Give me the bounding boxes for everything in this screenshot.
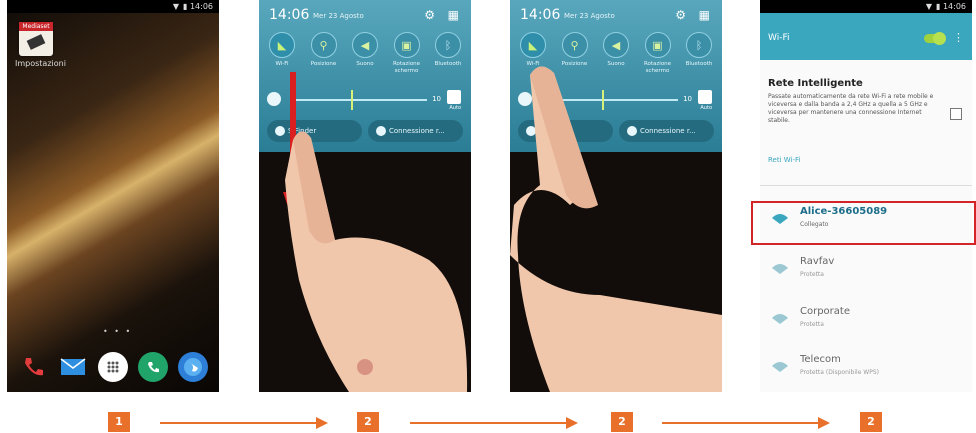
smart-network-description: Passate automaticamente da rete Wi-Fi a … xyxy=(768,93,934,124)
wifi-signal-icon xyxy=(772,362,788,372)
toggle-label: Suono xyxy=(356,61,374,67)
network-item[interactable]: Ravfav Protetta xyxy=(760,248,972,296)
phone-icon xyxy=(350,352,380,382)
connected-network-highlight xyxy=(751,201,976,245)
gear-icon[interactable]: ⚙ xyxy=(675,8,686,22)
apps-icon[interactable] xyxy=(98,352,128,382)
clock: 14:06 xyxy=(520,7,561,23)
network-status: Protetta xyxy=(800,271,824,278)
step-badge: 2 xyxy=(357,412,379,432)
wifi-signal-icon xyxy=(772,264,788,274)
date: Mer 23 Agosto xyxy=(564,12,615,20)
network-name: Telecom xyxy=(800,354,841,365)
dock xyxy=(7,342,219,392)
toggle-bluetooth[interactable]: ᛒ Bluetooth xyxy=(429,32,467,75)
step-arrow-line xyxy=(160,422,318,424)
step-badge: 1 xyxy=(108,412,130,432)
networks-section-header: Reti Wi-Fi xyxy=(768,156,801,164)
toggle-rotation[interactable]: ▣ Rotazione schermo xyxy=(388,32,426,75)
overflow-menu-icon[interactable]: ⋮ xyxy=(953,31,964,44)
brightness-knob[interactable] xyxy=(351,90,353,110)
brightness-icon xyxy=(267,92,281,106)
step-arrow-line xyxy=(410,422,568,424)
sound-icon: ◀ xyxy=(352,32,378,58)
gear-icon[interactable]: ⚙ xyxy=(424,8,435,22)
phone-icon[interactable] xyxy=(18,352,48,382)
home-screen-panel: ▼ ▮ 14:06 Mediaset Impostazioni • • • xyxy=(7,0,219,392)
whatsapp-icon[interactable] xyxy=(138,352,168,382)
page-title: Wi-Fi xyxy=(768,33,790,43)
status-bar: ▼ ▮ 14:06 xyxy=(760,0,972,13)
toggle-label: Posizione xyxy=(310,61,337,67)
mail-icon[interactable] xyxy=(58,352,88,382)
network-name: Corporate xyxy=(800,306,850,317)
wifi-toggle[interactable] xyxy=(924,32,946,45)
wifi-signal-icon xyxy=(772,314,788,324)
network-status: Protetta xyxy=(800,321,824,328)
smart-network-checkbox[interactable] xyxy=(950,108,962,120)
location-icon: ⚲ xyxy=(310,32,337,58)
arrow-head-icon xyxy=(316,417,328,429)
divider xyxy=(760,185,972,186)
wifi-header: Wi-Fi ⋮ xyxy=(760,13,972,60)
browser-icon[interactable] xyxy=(178,352,208,382)
screen-rotation-icon: ▣ xyxy=(393,32,420,58)
app-label: Impostazioni xyxy=(15,59,66,68)
arrow-head-icon xyxy=(566,417,578,429)
app-icon[interactable]: Mediaset xyxy=(19,22,53,56)
toggle-wifi[interactable]: ◣ Wi-Fi xyxy=(263,32,301,75)
notification-pulldown-panel: 14:06 Mer 23 Agosto ⚙ ▦ ◣ Wi-Fi ⚲ Posizion… xyxy=(259,0,471,392)
toggle-label: Wi-Fi xyxy=(275,61,289,67)
hand-icon xyxy=(510,66,722,392)
brightness-value: 10 xyxy=(432,95,441,103)
grid-icon[interactable]: ▦ xyxy=(699,8,710,22)
toggle-location[interactable]: ⚲ Posizione xyxy=(305,32,343,75)
bluetooth-icon: ᛒ xyxy=(435,32,461,58)
arrow-head-icon xyxy=(818,417,830,429)
auto-label: Auto xyxy=(449,105,461,111)
network-item[interactable]: Telecom Protetta (Disponibile WPS) xyxy=(760,346,972,392)
step-badge: 2 xyxy=(860,412,882,432)
step-badge: 2 xyxy=(611,412,633,432)
network-name: Ravfav xyxy=(800,256,835,267)
network-status: Protetta (Disponibile WPS) xyxy=(800,369,879,376)
status-bar: ▼ ▮ 14:06 xyxy=(7,0,219,13)
wifi-icon: ◣ xyxy=(269,32,295,58)
grid-icon[interactable]: ▦ xyxy=(448,8,459,22)
clock: 14:06 xyxy=(269,7,310,23)
page-indicator: • • • xyxy=(103,327,133,336)
wrench-icon xyxy=(26,34,46,50)
network-item[interactable]: Corporate Protetta xyxy=(760,298,972,346)
toggle-sound[interactable]: ◀ Suono xyxy=(346,32,384,75)
step-arrow-line xyxy=(662,422,820,424)
dock xyxy=(259,342,471,392)
auto-checkbox[interactable] xyxy=(447,90,461,104)
toggle-label: Bluetooth xyxy=(434,61,462,67)
brightness-track[interactable] xyxy=(291,99,427,101)
smart-network-title: Rete Intelligente xyxy=(768,78,863,89)
toggle-label: Rotazione schermo xyxy=(392,61,421,74)
tap-wifi-panel: 14:06 Mer 23 Agosto ⚙ ▦ ◣ Wi-Fi ⚲ Posizion… xyxy=(510,0,722,392)
toggle-row: ◣ Wi-Fi ⚲ Posizione ◀ Suono ▣ Rotazione sche… xyxy=(263,32,467,75)
date: Mer 23 Agosto xyxy=(313,12,364,20)
wifi-settings-panel: ▼ ▮ 14:06 Wi-Fi ⋮ Rete Intelligente Passa… xyxy=(760,0,972,392)
